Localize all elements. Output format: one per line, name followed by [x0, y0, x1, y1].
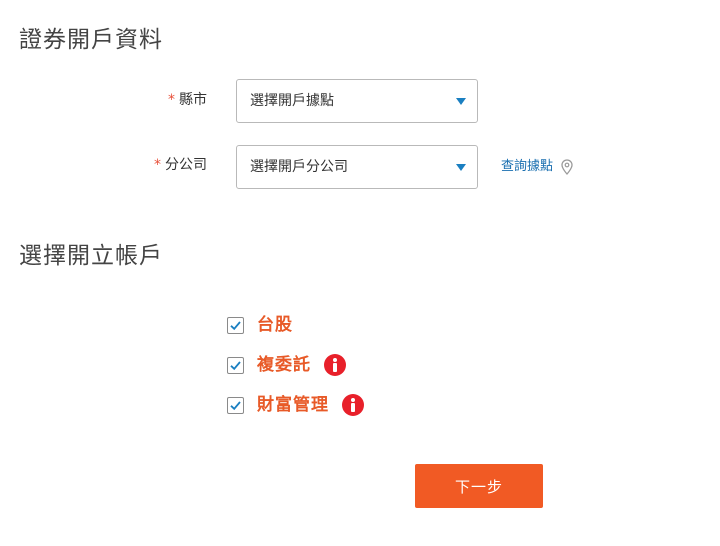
- next-step-button[interactable]: 下一步: [415, 464, 543, 508]
- info-icon[interactable]: [324, 354, 346, 376]
- account-option-wealth-management: 財富管理: [227, 393, 364, 417]
- city-label-text: 縣市: [179, 92, 207, 108]
- checkmark-icon: [230, 400, 241, 410]
- map-pin-icon: [561, 159, 573, 175]
- wealth-management-checkbox[interactable]: [227, 396, 244, 414]
- branch-label-text: 分公司: [165, 157, 207, 173]
- tw-stock-checkbox[interactable]: [227, 316, 244, 334]
- required-mark: *: [154, 157, 161, 173]
- section-title-open-accounts: 選擇開立帳戶: [19, 243, 163, 269]
- city-select-value: 選擇開戶據點: [250, 93, 334, 109]
- info-icon[interactable]: [342, 394, 364, 416]
- account-opening-page: 證券開戶資料 * 縣市 選擇開戶據點 * 分公司 選擇開戶分公司 查詢據點 選擇開立…: [0, 0, 720, 546]
- caret-down-icon: [456, 164, 466, 171]
- section-title-account-info: 證券開戶資料: [19, 27, 163, 53]
- branch-select[interactable]: 選擇開戶分公司: [236, 145, 478, 189]
- wealth-management-label[interactable]: 財富管理: [257, 393, 329, 417]
- sub-brokerage-label[interactable]: 複委託: [257, 353, 311, 377]
- required-mark: *: [168, 92, 175, 108]
- query-location-text: 查詢據點: [501, 159, 554, 174]
- account-option-sub-brokerage: 複委託: [227, 353, 346, 377]
- checkmark-icon: [230, 360, 241, 370]
- branch-select-value: 選擇開戶分公司: [250, 159, 348, 175]
- query-location-link[interactable]: 查詢據點: [501, 157, 573, 177]
- account-option-tw-stock: 台股: [227, 313, 293, 337]
- sub-brokerage-checkbox[interactable]: [227, 356, 244, 374]
- tw-stock-label[interactable]: 台股: [257, 313, 293, 337]
- city-select[interactable]: 選擇開戶據點: [236, 79, 478, 123]
- caret-down-icon: [456, 98, 466, 105]
- checkmark-icon: [230, 320, 241, 330]
- city-label: * 縣市: [168, 90, 207, 110]
- branch-label: * 分公司: [154, 155, 207, 175]
